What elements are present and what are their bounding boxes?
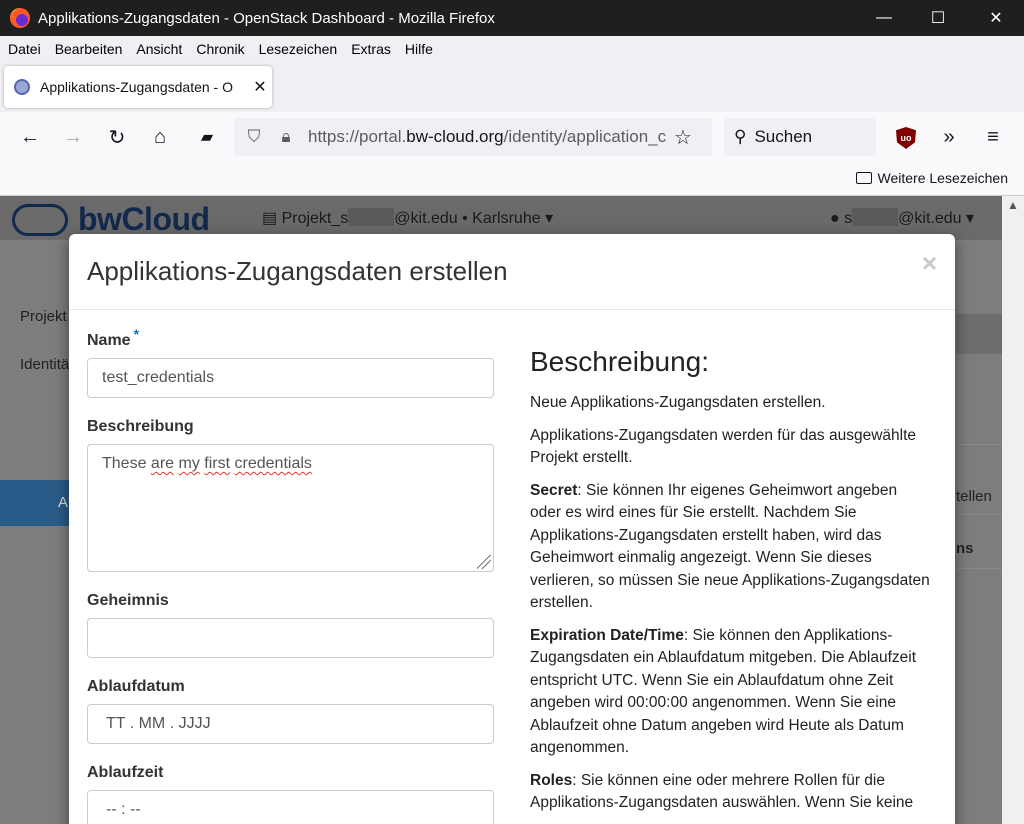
help-paragraph: Expiration Date/Time: Sie können den App… <box>530 626 917 757</box>
sidebar-identity[interactable]: Identitä <box>20 356 69 373</box>
secret-input[interactable] <box>87 618 494 658</box>
tab-label: Applikations-Zugangsdaten - O <box>40 79 233 95</box>
project-icon: ▤ <box>262 210 282 227</box>
user-menu[interactable]: ● s @kit.edu ▾ <box>830 208 974 228</box>
tracking-shield-icon[interactable]: ⛉ <box>244 127 264 147</box>
menu-lesezeichen[interactable]: Lesezeichen <box>259 41 338 57</box>
url-text[interactable]: https://portal.bw-cloud.org/identity/app… <box>308 127 668 147</box>
modal-title: Applikations-Zugangsdaten erstellen <box>87 256 508 286</box>
minimize-button[interactable]: — <box>856 0 912 36</box>
required-marker: * <box>133 326 140 342</box>
modal-close-icon[interactable]: × <box>922 248 937 279</box>
name-input[interactable]: test_credentials <box>87 358 494 398</box>
description-field-group: Beschreibung These are my first credenti… <box>87 418 495 572</box>
background-button-label: A <box>58 494 69 511</box>
description-textarea[interactable]: These are my first credentials <box>87 444 494 572</box>
container-tab-icon[interactable]: ▰ <box>192 122 222 152</box>
page-scrollbar[interactable]: ▲ <box>1002 196 1024 824</box>
background-divider <box>956 444 1002 445</box>
back-button[interactable]: ← <box>15 122 45 152</box>
help-description: Beschreibung: Neue Applikations-Zugangsd… <box>530 346 930 824</box>
create-credentials-modal: Applikations-Zugangsdaten erstellen × Na… <box>69 234 955 824</box>
menu-bearbeiten[interactable]: Bearbeiten <box>55 41 123 57</box>
menu-datei[interactable]: Datei <box>8 41 41 57</box>
firefox-logo-icon <box>10 8 30 28</box>
redaction <box>852 208 899 226</box>
background-divider <box>956 568 1002 569</box>
background-header-label: ns <box>956 540 974 557</box>
tab-application-credentials[interactable]: Applikations-Zugangsdaten - O ✕ <box>4 66 272 108</box>
forward-button[interactable]: → <box>58 122 88 152</box>
secret-label: Geheimnis <box>87 592 169 609</box>
description-label: Beschreibung <box>87 418 194 435</box>
redaction <box>348 208 395 226</box>
url-bar[interactable]: ⛉ 🔒︎ https://portal.bw-cloud.org/identit… <box>234 118 712 156</box>
resize-grip-icon[interactable] <box>477 555 491 569</box>
bwcloud-logo[interactable]: bwCloud <box>12 201 210 238</box>
logo-text: bwCloud <box>78 201 210 237</box>
help-heading: Beschreibung: <box>530 346 710 377</box>
other-bookmarks-label: Weitere Lesezeichen <box>877 170 1008 186</box>
cloud-logo-icon <box>12 203 68 236</box>
search-placeholder: Suchen <box>754 127 813 146</box>
bookmarks-bar: Weitere Lesezeichen <box>0 162 1024 196</box>
other-bookmarks[interactable]: Weitere Lesezeichen <box>855 170 1008 186</box>
expiration-time-group: Ablaufzeit -- : -- <box>87 764 495 824</box>
app-menu-button[interactable]: ≡ <box>978 122 1008 152</box>
tab-close-icon[interactable]: ✕ <box>248 77 272 97</box>
background-panel <box>956 314 1002 354</box>
scroll-up-icon[interactable]: ▲ <box>1002 198 1024 216</box>
project-selector[interactable]: ▤ Projekt_s @kit.edu • Karlsruhe ▾ <box>262 208 553 228</box>
navigation-bar: ← → ↻ ⌂ ▰ ⛉ 🔒︎ https://portal.bw-cloud.o… <box>0 112 1024 162</box>
maximize-button[interactable]: ☐ <box>910 0 966 36</box>
modal-header: Applikations-Zugangsdaten erstellen × <box>69 234 955 310</box>
user-icon: ● <box>830 210 845 227</box>
secret-field-group: Geheimnis <box>87 592 495 658</box>
expiration-date-label: Ablaufdatum <box>87 678 185 695</box>
help-paragraph: Applikations-Zugangsdaten werden für das… <box>530 426 917 467</box>
menu-ansicht[interactable]: Ansicht <box>136 41 182 57</box>
menu-hilfe[interactable]: Hilfe <box>405 41 433 57</box>
page-content: bwCloud ▤ Projekt_s @kit.edu • Karlsruhe … <box>0 196 1024 824</box>
bookmark-star-icon[interactable]: ☆ <box>668 125 698 150</box>
expiration-time-input[interactable]: -- : -- <box>87 790 494 824</box>
background-divider <box>956 514 1002 515</box>
help-paragraph: Secret: Sie können Ihr eigenes Geheimwor… <box>530 481 930 612</box>
window-titlebar: Applikations-Zugangsdaten - OpenStack Da… <box>0 0 1024 36</box>
close-window-button[interactable]: ✕ <box>968 0 1024 36</box>
search-icon: ⚲ <box>734 127 747 146</box>
credentials-form: Name * test_credentials Beschreibung Thes… <box>87 326 495 824</box>
expiration-date-group: Ablaufdatum TT . MM . JJJJ <box>87 678 495 744</box>
help-paragraph: Roles: Sie können eine oder mehrere Roll… <box>530 771 914 812</box>
background-create-label: tellen <box>956 488 992 505</box>
menu-chronik[interactable]: Chronik <box>196 41 244 57</box>
name-label: Name * <box>87 326 140 349</box>
help-paragraph: Neue Applikations-Zugangsdaten erstellen… <box>530 394 826 411</box>
lock-icon[interactable]: 🔒︎ <box>276 127 296 147</box>
more-tools-button[interactable]: » <box>934 122 964 152</box>
openstack-favicon-icon <box>14 79 30 95</box>
menu-bar: Datei Bearbeiten Ansicht Chronik Lesezei… <box>0 36 1024 62</box>
reload-button[interactable]: ↻ <box>102 122 132 152</box>
menu-extras[interactable]: Extras <box>351 41 391 57</box>
tab-bar: Applikations-Zugangsdaten - O ✕ <box>0 62 1024 112</box>
expiration-date-input[interactable]: TT . MM . JJJJ <box>87 704 494 744</box>
name-field-group: Name * test_credentials <box>87 326 495 398</box>
window-title: Applikations-Zugangsdaten - OpenStack Da… <box>38 9 495 27</box>
folder-icon <box>855 172 872 184</box>
sidebar-projekt[interactable]: Projekt <box>20 308 67 325</box>
search-box[interactable]: ⚲ Suchen <box>724 118 876 156</box>
expiration-time-label: Ablaufzeit <box>87 764 164 781</box>
background-action-button: A <box>0 480 70 526</box>
home-button[interactable]: ⌂ <box>145 122 175 152</box>
ublock-origin-icon[interactable]: uo <box>896 127 916 149</box>
